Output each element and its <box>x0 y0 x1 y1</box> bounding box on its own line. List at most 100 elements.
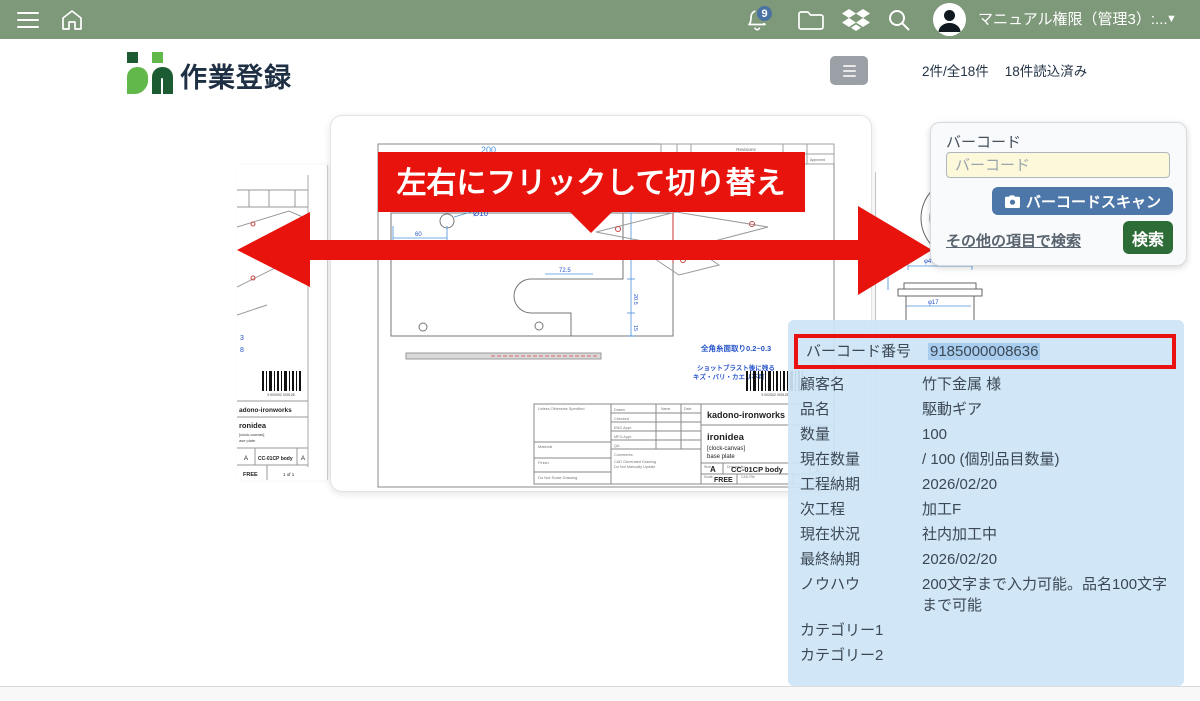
info-row: カテゴリー2 <box>800 645 1174 666</box>
folder-icon[interactable] <box>795 0 827 39</box>
dim-45: 45 <box>632 249 638 255</box>
info-row: 工程納期2026/02/20 <box>800 474 1174 495</box>
account-caret-icon[interactable]: ▼ <box>1166 0 1177 39</box>
info-row-value: 駆動ギア <box>922 399 1174 420</box>
rev-col: Rev <box>679 158 685 162</box>
info-row-value: 9185000008636 <box>928 341 1168 362</box>
tb-scale-label: Scale <box>704 475 713 479</box>
barcode-scan-label: バーコードスキャン <box>1026 191 1161 212</box>
info-rows: バーコード番号9185000008636顧客名竹下金属 様品名駆動ギア数量100… <box>800 334 1174 666</box>
frag-dim: 8 <box>240 347 244 354</box>
tb-date: Date <box>684 407 691 411</box>
tb-comment-2: Do Not Manually Update <box>614 465 655 469</box>
app-header: 9 マニュアル権限（管理3）:... ▼ <box>0 0 1200 39</box>
info-row-value: 社内加工中 <box>922 524 1174 545</box>
dim-15: 15 <box>632 325 638 331</box>
tb-eng: ENG Appr. <box>614 426 632 430</box>
tb-dnsd: Do Not Scale Drawing <box>538 475 577 480</box>
info-row-label: 次工程 <box>800 499 922 520</box>
info-row-value <box>922 620 1174 641</box>
search-button[interactable]: 検索 <box>1123 221 1173 254</box>
info-row-label: 現在状況 <box>800 524 922 545</box>
tb-comment-1: CAD Generated Drawing <box>614 460 656 464</box>
info-row: カテゴリー1 <box>800 620 1174 641</box>
account-label[interactable]: マニュアル権限（管理3）:... <box>978 0 1168 39</box>
tb-name: Name <box>661 407 670 411</box>
info-row: 現在状況社内加工中 <box>800 524 1174 545</box>
frag-size: A <box>244 456 248 462</box>
info-row-value: 加工F <box>922 499 1174 520</box>
home-icon[interactable] <box>58 0 86 39</box>
barcode-caption: 9 002002 000128 <box>267 393 294 397</box>
note-2: ショットブラスト後に残る <box>697 363 775 372</box>
other-items-search-link[interactable]: その他の項目で検索 <box>946 230 1081 251</box>
info-row-value: 竹下金属 様 <box>922 374 1174 395</box>
dropbox-icon[interactable] <box>840 0 872 39</box>
info-row: ノウハウ200文字まで入力可能。品名100文字まで可能 <box>800 574 1174 616</box>
dim-20-5: 20.5 <box>632 294 638 305</box>
barcode-input[interactable] <box>946 152 1170 178</box>
tb-qa: QA <box>614 444 620 448</box>
info-row-label: 数量 <box>800 424 922 445</box>
avatar[interactable] <box>933 3 966 36</box>
app-logo-icon <box>125 51 175 100</box>
search-icon[interactable] <box>884 0 914 39</box>
tb-checked: Checked <box>614 417 629 421</box>
frag-scale: FREE <box>243 472 258 478</box>
tb-comments: Comments: <box>614 453 633 457</box>
info-row-value: 200文字まで入力可能。品名100文字まで可能 <box>922 574 1174 616</box>
record-counts: 2件/全18件 18件読込済み <box>922 60 1103 80</box>
tb-material: Material <box>538 444 552 449</box>
tb-project: [clock-canvas] <box>707 446 745 452</box>
frag-part: ase plate <box>239 438 256 443</box>
info-row: 品名駆動ギア <box>800 399 1174 420</box>
frag-dim: 3 <box>240 335 244 342</box>
frag-company: adono-ironworks <box>239 407 292 414</box>
tb-company: kadono-ironworks <box>707 410 785 420</box>
dim-72-5: 72.5 <box>559 268 571 274</box>
info-row-label: バーコード番号 <box>806 341 928 362</box>
frag-rev: A <box>301 456 305 462</box>
frag-number: CC-01CP body <box>258 456 293 462</box>
loaded-summary: 18件読込済み <box>1005 64 1088 79</box>
info-row-value: 2026/02/20 <box>922 549 1174 570</box>
info-row: 数量100 <box>800 424 1174 445</box>
barcode-scan-button[interactable]: バーコードスキャン <box>992 187 1173 215</box>
info-row: 最終納期2026/02/20 <box>800 549 1174 570</box>
notification-badge: 9 <box>755 4 774 23</box>
drawing-card-previous[interactable]: 3 8 9 002002 000128 adono-ironworks roni… <box>237 165 328 480</box>
info-row-label: 現在数量 <box>800 449 922 470</box>
info-row-label: カテゴリー1 <box>800 620 922 641</box>
camera-icon <box>1004 195 1020 208</box>
info-row-label: 顧客名 <box>800 374 922 395</box>
list-view-button[interactable] <box>830 56 868 85</box>
info-row: 次工程加工F <box>800 499 1174 520</box>
frag-sheet: 1 of 1 <box>283 472 295 477</box>
info-row: バーコード番号9185000008636 <box>794 334 1176 369</box>
dim-200: 200 <box>481 145 496 155</box>
notifications-icon[interactable]: 9 <box>742 0 772 39</box>
tb-finish: Finish <box>538 460 549 465</box>
frag-dim: φ17 <box>928 300 939 306</box>
barcode-field-label: バーコード <box>946 131 1021 152</box>
count-summary: 2件/全18件 <box>922 64 989 79</box>
item-detail-panel: バーコード番号9185000008636顧客名竹下金属 様品名駆動ギア数量100… <box>788 320 1184 686</box>
info-row-value <box>922 645 1174 666</box>
barcode-search-panel: バーコード バーコードスキャン その他の項目で検索 検索 <box>930 122 1187 266</box>
tb-part: base plate <box>707 454 735 460</box>
info-row-label: 工程納期 <box>800 474 922 495</box>
menu-icon[interactable] <box>14 0 42 39</box>
rev-col: Zone <box>663 158 671 162</box>
tb-spec: Unless Otherwise Specified <box>538 407 584 411</box>
barcode-graphic <box>262 371 301 391</box>
tb-brand: ironidea <box>707 432 745 443</box>
page-title: 作業登録 <box>180 56 292 95</box>
bottom-strip <box>0 686 1200 701</box>
rev-col: Description <box>694 158 712 162</box>
dim-60: 60 <box>415 232 422 238</box>
info-row: 顧客名竹下金属 様 <box>800 374 1174 395</box>
info-row-value: / 100 (個別品目数量) <box>922 449 1174 470</box>
frag-project: [clock-canvas] <box>239 432 264 437</box>
barcode-caption: 9 002002 000128 <box>761 393 788 397</box>
frag-brand: ronidea <box>239 421 267 430</box>
